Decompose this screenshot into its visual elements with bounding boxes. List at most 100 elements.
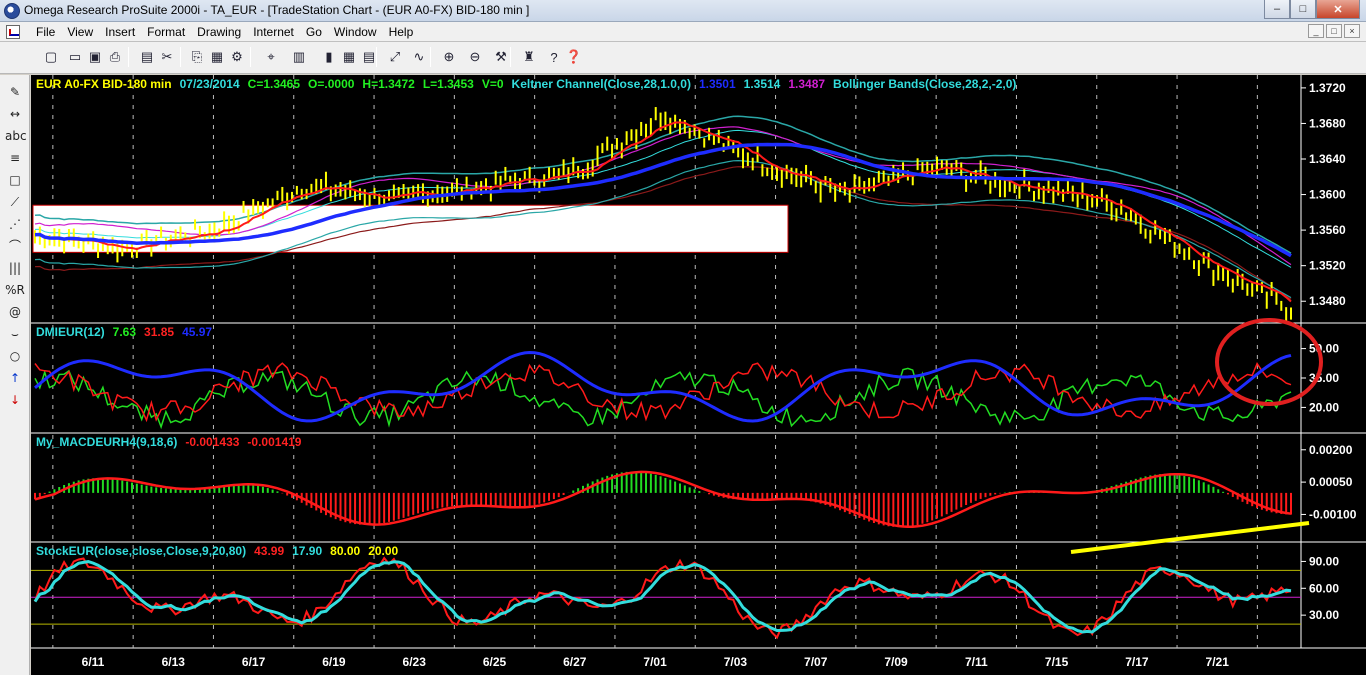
date-tick-label: 6/23 [403,655,427,669]
menu-drawing[interactable]: Drawing [191,25,247,39]
bar-chart-icon[interactable]: ▥ [290,48,308,66]
toolbar-separator [510,47,511,67]
menu-internet[interactable]: Internet [247,25,300,39]
menu-bar: File View Insert Format Drawing Internet… [0,22,1366,42]
menu-view[interactable]: View [61,25,99,39]
dmi-pane-header: DMIEUR(12) 7.63 31.85 45.97 [36,325,220,339]
dmi-header-item: 45.97 [182,325,213,339]
price-header-item: H=1.3472 [362,77,415,91]
price-header-item: 1.3501 [698,77,736,91]
close-button[interactable]: ✕ [1316,0,1360,19]
fibonacci-icon[interactable]: ⟋ [5,193,25,211]
dmi-header-item: DMIEUR(12) [36,325,105,339]
date-tick-label: 7/03 [724,655,748,669]
zoom-in-icon[interactable]: ⊕ [440,48,458,66]
macd-signal-line [34,470,1292,529]
stoch-header-item: 17.90 [292,544,323,558]
curve-icon[interactable]: ⌣ [5,325,25,343]
mdi-minimize-button[interactable]: _ [1308,24,1324,38]
expand-icon[interactable]: ⤢ [386,48,404,66]
macd-pane-header: My_MACDEURH4(9,18,6) -0.001433 -0.001419 [36,435,309,449]
mdi-close-button[interactable]: × [1344,24,1360,38]
menu-go[interactable]: Go [300,25,328,39]
macd-header-item: -0.001433 [185,435,240,449]
date-tick-label: 6/13 [162,655,186,669]
price-tick-label: 1.3520 [1309,259,1346,273]
pencil-icon[interactable]: ✎ [5,83,25,101]
symbol-icon[interactable]: ⌖ [262,48,280,66]
date-tick-label: 7/15 [1045,655,1069,669]
toolbar-separator [128,47,129,67]
price-header-item: L=1.3453 [422,77,474,91]
dmi-tick-label: 20.00 [1309,400,1339,414]
drawing-toolbar: ✎ ↔ abc ≡ □ ⟋ ⋰ ⌒ ||| %R @ ⌣ ○ ↑ ↓ [0,75,30,675]
date-tick-label: 6/25 [483,655,507,669]
dmi-tick-label: 50.00 [1309,342,1339,356]
zoom-out-icon[interactable]: ⊖ [466,48,484,66]
rectangle-icon[interactable]: □ [5,171,25,189]
macd-tick-label: -0.00100 [1309,507,1357,521]
menu-insert[interactable]: Insert [99,25,141,39]
about-icon[interactable]: ❓ [565,48,583,66]
horizontal-line-icon[interactable]: ↔ [5,105,25,123]
tools-icon[interactable]: ⚒ [492,48,510,66]
candle-icon[interactable]: ▮ [320,48,338,66]
date-tick-label: 6/11 [82,655,105,669]
stoch-tick-label: 60.00 [1309,581,1339,595]
print-icon[interactable]: ⎙ [106,48,124,66]
chart-canvas[interactable]: 6/11 6/13 6/17 6/19 6/23 6/25 6/27 7/01 7/03 7/07… [31,75,1366,675]
spiral-icon[interactable]: @ [5,303,25,321]
menu-format[interactable]: Format [141,25,191,39]
toolbar-separator [376,47,377,67]
copy-icon[interactable]: ⎘ [188,48,206,66]
macd-tick-label: 0.00200 [1309,443,1353,457]
trendline-icon[interactable]: ⋰ [5,215,25,233]
title-bar: Omega Research ProSuite 2000i - TA_EUR -… [0,0,1366,22]
app-icon[interactable] [4,3,20,19]
speedlines-icon[interactable]: ||| [5,259,25,277]
buy-arrow-icon[interactable]: ↑ [5,369,25,387]
indicators-icon[interactable]: ∿ [410,48,428,66]
price-tick-label: 1.3560 [1309,223,1346,237]
ellipse-icon[interactable]: ○ [5,347,25,365]
menu-help[interactable]: Help [383,25,420,39]
parallel-lines-icon[interactable]: ≡ [5,149,25,167]
chart-document-icon[interactable] [6,25,20,39]
print-preview-icon[interactable]: ▤ [138,48,156,66]
macd-header-item: -0.001419 [247,435,302,449]
mdi-restore-button[interactable]: □ [1326,24,1342,38]
tradestation-chart[interactable]: 6/11 6/13 6/17 6/19 6/23 6/25 6/27 7/01 7/03 7/07… [31,75,1366,675]
price-header-item: C=1.3465 [247,77,301,91]
strategy-icon[interactable]: ♜ [520,48,538,66]
toolbar: ▢ ▭ ▣ ⎙ ▤ ✂ ⎘ ▦ ⚙ ⌖ ▥ ▮ ▦ ▤ ⤢ ∿ ⊕ ⊖ ⚒ ♜? ❓ [0,42,1366,74]
menu-window[interactable]: Window [328,25,383,39]
maximize-button[interactable]: □ [1290,0,1316,19]
paste-icon[interactable]: ▦ [208,48,226,66]
percent-retracement-icon[interactable]: %R [5,281,25,299]
help-icon[interactable]: ? [545,48,563,66]
price-header-item: Bollinger Bands(Close,28,2,-2,0) [833,77,1017,91]
annotation-trendline [1070,521,1310,554]
grid-icon[interactable]: ▦ [340,48,358,66]
stoch-pane-header: StockEUR(close,close,Close,9,20,80) 43.99… [36,544,406,558]
date-tick-label: 7/07 [804,655,828,669]
open-icon[interactable]: ▭ [66,48,84,66]
save-icon[interactable]: ▣ [86,48,104,66]
price-header-item: 1.3514 [743,77,781,91]
toolbar-separator [180,47,181,67]
price-header-item: EUR A0-FX BID-180 min [36,77,172,91]
toolbar-separator [250,47,251,67]
menu-file[interactable]: File [30,25,61,39]
date-tick-label: 6/17 [242,655,266,669]
sell-arrow-icon[interactable]: ↓ [5,391,25,409]
window-title: Omega Research ProSuite 2000i - TA_EUR -… [24,3,530,17]
text-icon[interactable]: abc [5,127,27,145]
cut-icon[interactable]: ✂ [158,48,176,66]
date-tick-label: 7/09 [884,655,908,669]
stoch-tick-label: 30.00 [1309,608,1339,622]
chart-properties-icon[interactable]: ⚙ [228,48,246,66]
new-icon[interactable]: ▢ [42,48,60,66]
arc-icon[interactable]: ⌒ [5,237,25,255]
minimize-button[interactable]: – [1264,0,1290,19]
price-header-item: 1.3487 [788,77,826,91]
